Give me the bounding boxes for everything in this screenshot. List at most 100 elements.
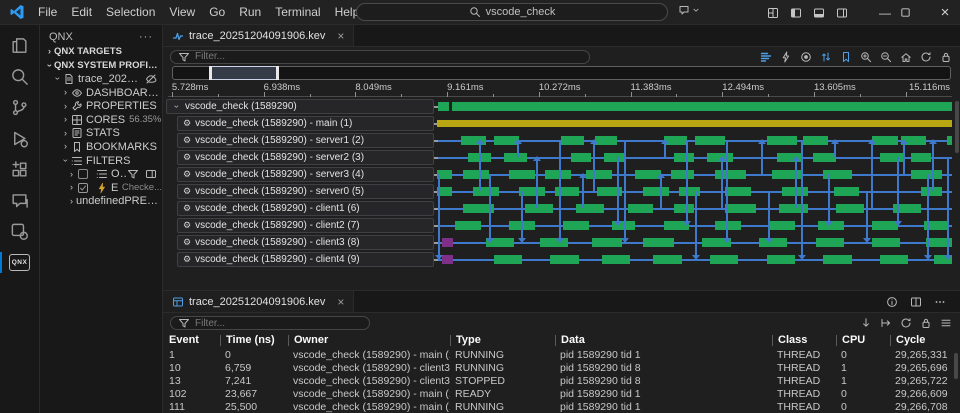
- sidebar-item-qnx-system-profiler[interactable]: › QNX SYSTEM PROFILER: [40, 59, 162, 73]
- sidebar-item-properties[interactable]: › PROPERTIES: [40, 99, 162, 113]
- events-filter-input[interactable]: Filter...: [170, 316, 370, 330]
- menu-terminal[interactable]: Terminal: [268, 5, 327, 19]
- row-track[interactable]: [434, 98, 952, 115]
- table-row[interactable]: 111 25,500 vscode_check (1589290) - main (…: [163, 400, 960, 413]
- timeline-filter-input[interactable]: Filter...: [170, 49, 590, 64]
- row-track[interactable]: [434, 166, 952, 183]
- circle-icon[interactable]: [800, 51, 812, 63]
- close-button[interactable]: ×: [930, 4, 960, 21]
- maximize-button[interactable]: [900, 7, 930, 18]
- column-header-owner[interactable]: Owner: [288, 334, 450, 346]
- lock-icon[interactable]: [940, 51, 952, 63]
- minimize-button[interactable]: —: [870, 6, 900, 20]
- row-label[interactable]: ⚙ vscode_check (1589290) - client4 (9): [177, 252, 434, 267]
- column-header-event[interactable]: Event: [168, 334, 220, 346]
- filter-icon[interactable]: [126, 168, 142, 180]
- row-label[interactable]: › vscode_check (1589290): [166, 99, 434, 114]
- sync-icon[interactable]: [920, 51, 932, 63]
- layout-toggle-icon-3[interactable]: [813, 7, 825, 19]
- row-track[interactable]: [434, 251, 952, 268]
- activity-item-explorer[interactable]: [0, 30, 40, 61]
- tab-close-icon[interactable]: ×: [337, 29, 344, 43]
- activity-item-remote-profiler[interactable]: [0, 216, 40, 247]
- column-header-time-ns-[interactable]: Time (ns): [220, 334, 288, 346]
- menu-view[interactable]: View: [162, 5, 202, 19]
- menu-run[interactable]: Run: [232, 5, 268, 19]
- zap-icon[interactable]: [780, 51, 792, 63]
- split-icon[interactable]: [910, 296, 922, 308]
- zoomin-icon[interactable]: [860, 51, 872, 63]
- menu-go[interactable]: Go: [202, 5, 232, 19]
- sidebar-item-qnx-targets[interactable]: › QNX TARGETS: [40, 45, 162, 59]
- row-track[interactable]: [434, 149, 952, 166]
- sidebar-item-presets[interactable]: ›undefinedPRESETS: [40, 195, 162, 209]
- zoomout-icon[interactable]: [880, 51, 892, 63]
- checkbox-empty[interactable]: [76, 168, 92, 180]
- activity-item-qnx[interactable]: QNX: [0, 247, 40, 278]
- timeline-overview-bar[interactable]: [172, 66, 951, 80]
- bookmark-icon[interactable]: [840, 51, 852, 63]
- row-track[interactable]: [434, 234, 952, 251]
- row-label[interactable]: ⚙ vscode_check (1589290) - server3 (4): [177, 167, 434, 182]
- row-label[interactable]: ⚙ vscode_check (1589290) - server1 (2): [177, 133, 434, 148]
- row-label[interactable]: ⚙ vscode_check (1589290) - client2 (7): [177, 218, 434, 233]
- column-header-cpu[interactable]: CPU: [836, 334, 890, 346]
- tab-trace-events[interactable]: trace_20251204091906.kev ×: [163, 291, 355, 312]
- column-header-class[interactable]: Class: [772, 334, 836, 346]
- more-icon[interactable]: [934, 296, 946, 308]
- row-label[interactable]: ⚙ vscode_check (1589290) - server0 (5): [177, 184, 434, 199]
- activity-item-run-debug[interactable]: [0, 123, 40, 154]
- lock-icon[interactable]: [920, 317, 932, 329]
- table-row[interactable]: 13 7,241 vscode_check (1589290) - client3 …: [163, 374, 960, 387]
- sidebar-more-button[interactable]: ···: [139, 31, 153, 43]
- sidebar-item-cores[interactable]: › CORES 56.35%: [40, 113, 162, 127]
- panel-icon[interactable]: [144, 168, 160, 180]
- row-label[interactable]: ⚙ vscode_check (1589290) - client1 (6): [177, 201, 434, 216]
- eye-off-icon[interactable]: [144, 73, 160, 85]
- sidebar-item-dashboards[interactable]: › DASHBOARDS: [40, 86, 162, 100]
- sidebar-item-stats[interactable]: › STATS: [40, 127, 162, 141]
- row-label[interactable]: ⚙ vscode_check (1589290) - client3 (8): [177, 235, 434, 250]
- stack-icon[interactable]: [760, 51, 772, 63]
- row-label[interactable]: ⚙ vscode_check (1589290) - server2 (3): [177, 150, 434, 165]
- updown-icon[interactable]: [820, 51, 832, 63]
- row-track[interactable]: [434, 200, 952, 217]
- overview-selection-handle[interactable]: [209, 66, 279, 80]
- copilot-chat-button[interactable]: [678, 4, 701, 16]
- sidebar-item-owners-filter[interactable]: › OWNERS...: [40, 167, 162, 181]
- sidebar-item-bookmarks[interactable]: › BOOKMARKS: [40, 140, 162, 154]
- table-row[interactable]: 10 6,759 vscode_check (1589290) - client3 …: [163, 361, 960, 374]
- mapto-icon[interactable]: [880, 317, 892, 329]
- table-row[interactable]: 102 23,667 vscode_check (1589290) - main (…: [163, 387, 960, 400]
- layout-toggle-icon-4[interactable]: [836, 7, 848, 19]
- column-header-cycle[interactable]: Cycle: [890, 334, 960, 346]
- menu-file[interactable]: File: [31, 5, 64, 19]
- down-icon[interactable]: [860, 317, 872, 329]
- menu-selection[interactable]: Selection: [99, 5, 162, 19]
- menu-edit[interactable]: Edit: [64, 5, 99, 19]
- row-label[interactable]: ⚙ vscode_check (1589290) - main (1): [177, 116, 434, 131]
- activity-item-source-control[interactable]: [0, 92, 40, 123]
- info-icon[interactable]: [886, 296, 898, 308]
- timeline-scrollbar[interactable]: [955, 101, 959, 153]
- sync-icon[interactable]: [900, 317, 912, 329]
- layout-toggle-icon-2[interactable]: [790, 7, 802, 19]
- tab-trace-editor[interactable]: trace_20251204091906.kev ×: [163, 25, 355, 46]
- sidebar-item-events-filter[interactable]: › EVENTSChecke...: [40, 181, 162, 195]
- activity-item-search[interactable]: [0, 61, 40, 92]
- row-track[interactable]: [434, 132, 952, 149]
- sidebar-item-filters[interactable]: › FILTERS: [40, 154, 162, 168]
- activity-item-chat[interactable]: [0, 185, 40, 216]
- menu-icon[interactable]: [940, 317, 952, 329]
- table-row[interactable]: 1 0 vscode_check (1589290) - main (1) RUNNI…: [163, 348, 960, 361]
- layout-toggle-icon-1[interactable]: [767, 7, 779, 19]
- panel-tab-close-icon[interactable]: ×: [337, 295, 344, 309]
- sidebar-item-trace-file[interactable]: › trace_20251204091...: [40, 72, 162, 86]
- column-header-data[interactable]: Data: [555, 334, 772, 346]
- home-icon[interactable]: [900, 51, 912, 63]
- column-header-type[interactable]: Type: [450, 334, 555, 346]
- command-center-search[interactable]: vscode_check: [356, 3, 668, 21]
- checkbox-checked[interactable]: [76, 182, 92, 194]
- row-track[interactable]: [434, 183, 952, 200]
- activity-item-extensions[interactable]: [0, 154, 40, 185]
